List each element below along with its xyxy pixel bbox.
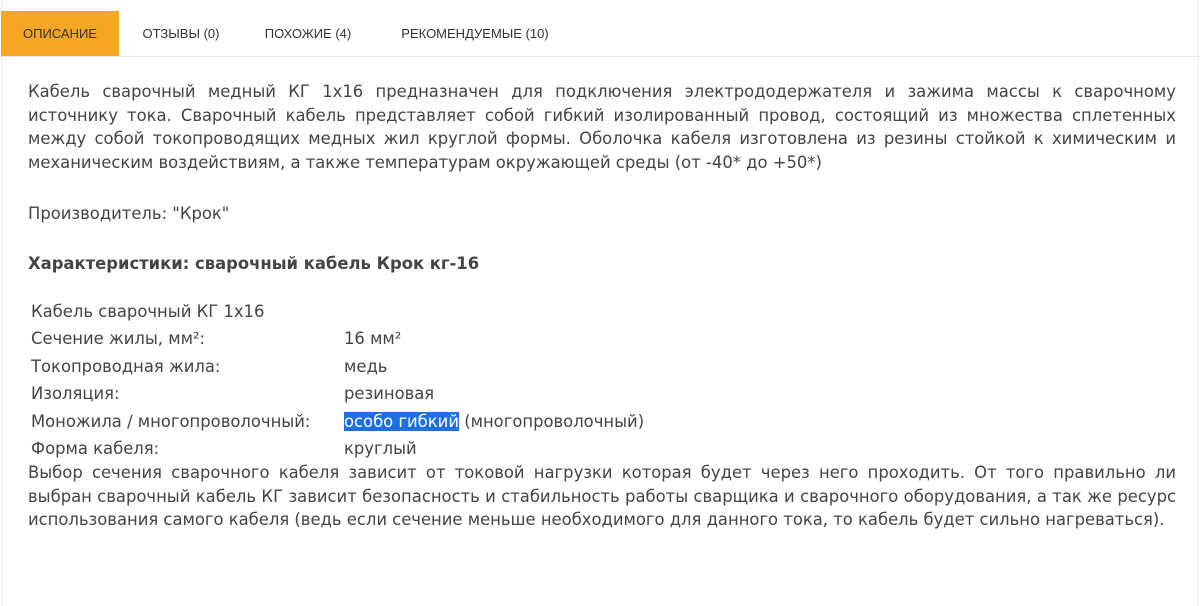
description-panel: Кабель сварочный медный КГ 1х16 предназн… [28, 80, 1176, 529]
spec-row: Сечение жилы, мм²: 16 мм² [28, 325, 648, 352]
specs-table: Кабель сварочный КГ 1х16 Сечение жилы, м… [28, 298, 648, 462]
spec-key: Форма кабеля: [31, 438, 160, 458]
description-intro: Кабель сварочный медный КГ 1х16 предназн… [28, 82, 1176, 172]
spec-key: Изоляция: [31, 384, 120, 404]
spec-key: Моножила / многопроволочный: [31, 411, 311, 431]
spec-value-rest: (многопроволочный) [459, 411, 645, 431]
spec-value: круглый [344, 438, 417, 458]
spec-value: резиновая [344, 384, 435, 404]
spec-row: Изоляция: резиновая [28, 380, 648, 407]
selected-text[interactable]: особо гибкий [344, 411, 459, 431]
spec-key: Токопроводная жила: [31, 356, 221, 376]
spec-row: Токопроводная жила: медь [28, 353, 648, 380]
tab-reviews[interactable]: ОТЗЫВЫ (0) [139, 11, 223, 56]
spec-key: Сечение жилы, мм²: [31, 329, 206, 349]
manufacturer-text: Производитель: "Крок" [28, 204, 230, 223]
description-footer: Выбор сечения сварочного кабеля зависит … [28, 463, 1176, 529]
spec-value: 16 мм² [344, 329, 402, 349]
tab-description[interactable]: ОПИСАНИЕ [1, 11, 119, 56]
specs-title: Кабель сварочный КГ 1х16 [31, 301, 265, 321]
spec-row: Форма кабеля: круглый [28, 435, 648, 462]
tab-recommended[interactable]: РЕКОМЕНДУЕМЫЕ (10) [394, 11, 556, 56]
specs-title-row: Кабель сварочный КГ 1х16 [28, 298, 648, 325]
tab-similar[interactable]: ПОХОЖИЕ (4) [260, 11, 356, 56]
specs-heading: Характеристики: сварочный кабель Крок кг… [28, 254, 480, 273]
spec-value: медь [344, 356, 388, 376]
product-tabs: ОПИСАНИЕ ОТЗЫВЫ (0) ПОХОЖИЕ (4) РЕКОМЕНД… [1, 11, 1199, 57]
spec-row: Моножила / многопроволочный: особо гибки… [28, 408, 648, 435]
spec-value: особо гибкий (многопроволочный) [341, 408, 648, 435]
